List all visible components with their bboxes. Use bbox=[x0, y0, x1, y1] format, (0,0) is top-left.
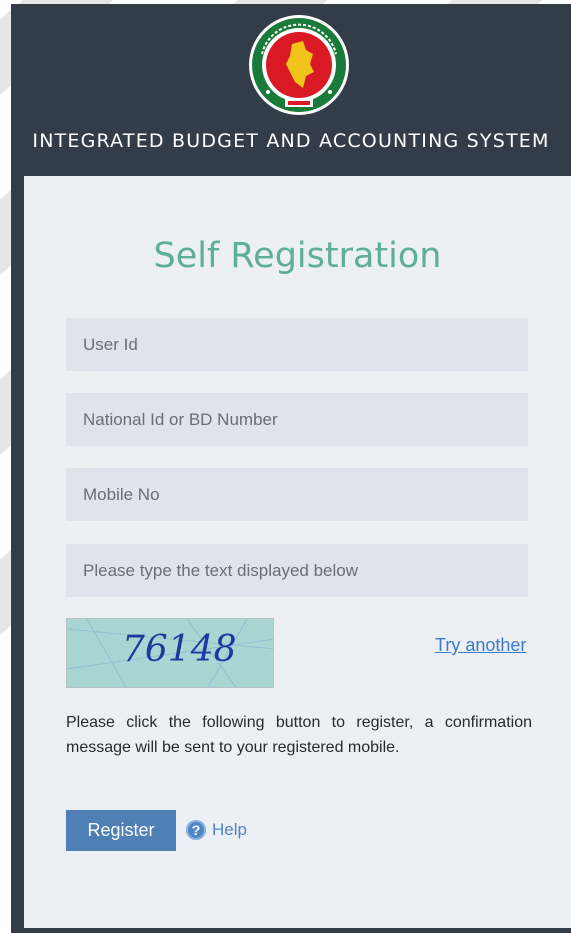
user-id-input[interactable] bbox=[66, 318, 528, 371]
national-id-input[interactable] bbox=[66, 393, 528, 446]
try-another-link[interactable]: Try another bbox=[435, 635, 526, 656]
captcha-image: 76148 bbox=[66, 618, 274, 688]
page-title: Self Registration bbox=[153, 236, 442, 276]
bangladesh-government-emblem-icon bbox=[249, 15, 349, 115]
help-link[interactable]: ? Help bbox=[186, 820, 247, 840]
question-circle-icon: ? bbox=[186, 820, 206, 840]
header: INTEGRATED BUDGET AND ACCOUNTING SYSTEM bbox=[11, 4, 571, 176]
captcha-input[interactable] bbox=[66, 544, 528, 597]
help-label: Help bbox=[212, 820, 247, 839]
mobile-number-input[interactable] bbox=[66, 468, 528, 521]
system-title: INTEGRATED BUDGET AND ACCOUNTING SYSTEM bbox=[32, 130, 550, 152]
login-panel: INTEGRATED BUDGET AND ACCOUNTING SYSTEM … bbox=[11, 4, 571, 933]
registration-form: Self Registration 76148 Try another Plea… bbox=[24, 176, 571, 928]
info-text: Please click the following button to reg… bbox=[66, 714, 532, 756]
register-button[interactable]: Register bbox=[66, 810, 176, 851]
captcha-text: 76148 bbox=[122, 629, 237, 670]
